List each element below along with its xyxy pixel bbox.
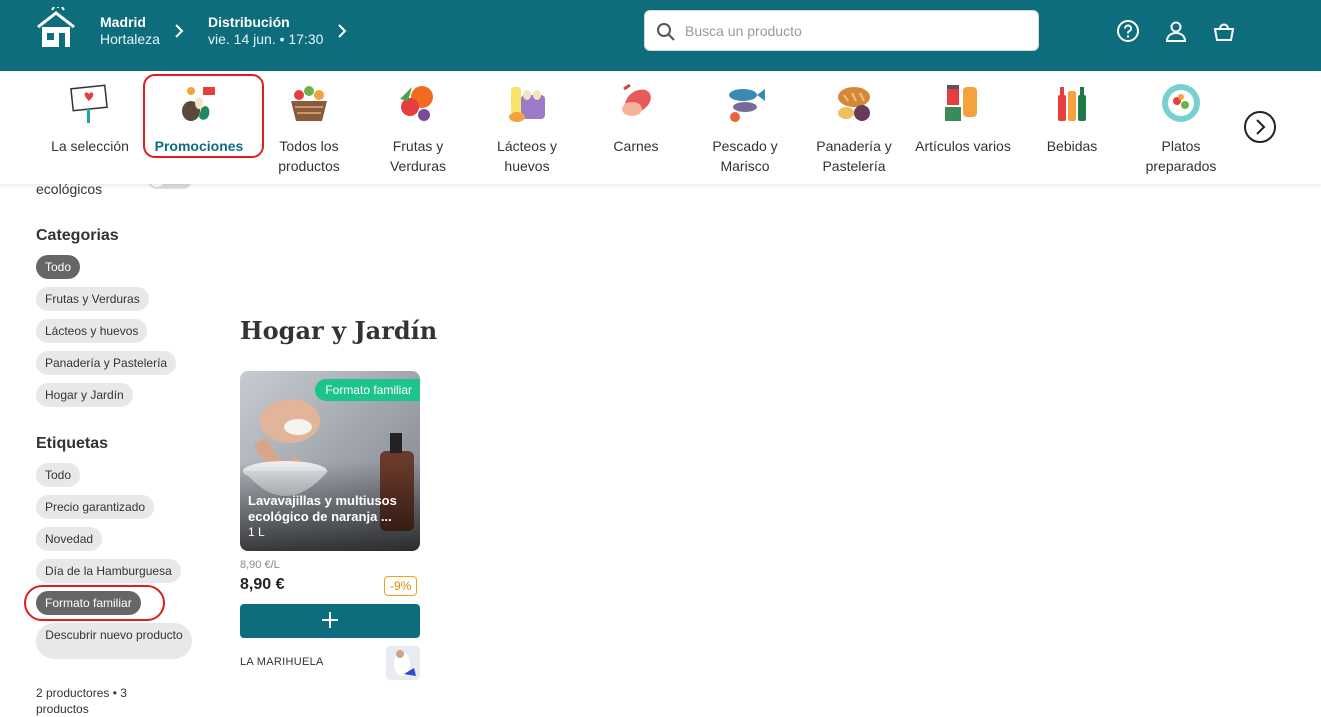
category-chip-panaderia[interactable]: Panadería y Pastelería (36, 351, 177, 375)
section-title: Hogar y Jardín (240, 316, 438, 345)
category-platos-preparados[interactable]: Platos preparados (1127, 81, 1235, 176)
add-to-cart-button[interactable] (240, 604, 420, 638)
search-input[interactable] (685, 19, 1025, 43)
tag-chip-novedad[interactable]: Novedad (36, 527, 103, 551)
category-pescado-y-marisco[interactable]: Pescado y Marisco (691, 81, 799, 176)
location-selector[interactable]: Madrid Hortaleza (100, 14, 160, 48)
category-nav: La selección Promociones Todos los produ… (0, 71, 1321, 184)
chevron-right-icon[interactable] (174, 24, 184, 38)
category-carnes[interactable]: Carnes (582, 81, 690, 156)
discount-badge: -9% (384, 576, 418, 596)
tag-chip-todo[interactable]: Todo (36, 463, 81, 487)
location-area: Hortaleza (100, 31, 160, 47)
category-next-button[interactable] (1244, 111, 1276, 143)
top-header: Madrid Hortaleza Distribución vie. 14 ju… (0, 0, 1321, 71)
fish-seafood-icon (729, 89, 765, 122)
product-card[interactable]: Formato familiar Lavavajillas y multiuso… (240, 371, 420, 551)
chevron-right-icon (1256, 119, 1266, 135)
tags-title: Etiquetas (36, 435, 109, 452)
product-quantity: 1 L (248, 525, 265, 539)
category-chip-hogar[interactable]: Hogar y Jardín (36, 383, 133, 407)
delivery-time: vie. 14 jun. • 17:30 (208, 31, 324, 47)
tag-chip-descubrir-nuevo-producto[interactable]: Descubrir nuevo producto (36, 623, 192, 659)
selection-sign-icon (70, 84, 108, 123)
location-city: Madrid (100, 14, 146, 30)
unit-price: 8,90 €/L (240, 559, 280, 571)
delivery-selector[interactable]: Distribución vie. 14 jun. • 17:30 (208, 14, 323, 48)
category-chip-todo[interactable]: Todo (36, 255, 81, 279)
category-articulos-varios[interactable]: Artículos varios (909, 81, 1017, 156)
fruits-vegetables-icon (400, 86, 433, 121)
chevron-right-icon[interactable] (337, 24, 347, 38)
drinks-icon (1058, 87, 1086, 121)
tag-chip-precio-garantizado[interactable]: Precio garantizado (36, 495, 155, 519)
shopping-basket-icon[interactable] (1212, 19, 1236, 43)
category-chip-lacteos[interactable]: Lácteos y huevos (36, 319, 148, 343)
promotions-icon (182, 87, 215, 121)
misc-items-icon (945, 85, 977, 121)
category-lacteos-y-huevos[interactable]: Lácteos y huevos (473, 81, 581, 176)
search-icon (657, 23, 675, 41)
plus-icon (322, 611, 338, 628)
category-bebidas[interactable]: Bebidas (1018, 81, 1126, 156)
product-name-line2: ecológico de naranja ... (248, 509, 392, 524)
producer-name[interactable]: LA MARIHUELA (240, 656, 324, 668)
categories-title: Categorias (36, 227, 119, 244)
category-promociones[interactable]: Promociones (145, 81, 253, 156)
category-la-seleccion[interactable]: La selección (36, 81, 144, 156)
help-icon[interactable] (1116, 19, 1140, 43)
tag-chip-dia-hamburguesa[interactable]: Día de la Hamburguesa (36, 559, 181, 583)
search-box[interactable] (644, 10, 1039, 51)
all-products-basket-icon (291, 86, 327, 121)
producer-photo (386, 646, 420, 680)
category-frutas-y-verduras[interactable]: Frutas y Verduras (364, 81, 472, 176)
product-price: 8,90 € (240, 576, 285, 593)
category-todos-los-productos[interactable]: Todos los productos (255, 81, 363, 176)
category-panaderia-y-pasteleria[interactable]: Panadería y Pastelería (800, 81, 908, 176)
dairy-eggs-icon (509, 87, 545, 122)
tag-chip-formato-familiar[interactable]: Formato familiar (36, 591, 141, 615)
producer-count: 2 productores • 3 productos (36, 686, 127, 716)
prepared-dishes-icon (1162, 84, 1200, 122)
producer-avatar[interactable] (386, 646, 420, 680)
product-name-line1: Lavavajillas y multiusos (248, 493, 397, 508)
user-account-icon[interactable] (1164, 19, 1188, 43)
bakery-icon (838, 87, 870, 121)
meat-icon (622, 83, 651, 116)
delivery-title: Distribución (208, 14, 290, 30)
home-logo-icon[interactable] (34, 7, 78, 49)
product-badge: Formato familiar (315, 379, 420, 401)
category-chip-frutas[interactable]: Frutas y Verduras (36, 287, 149, 311)
